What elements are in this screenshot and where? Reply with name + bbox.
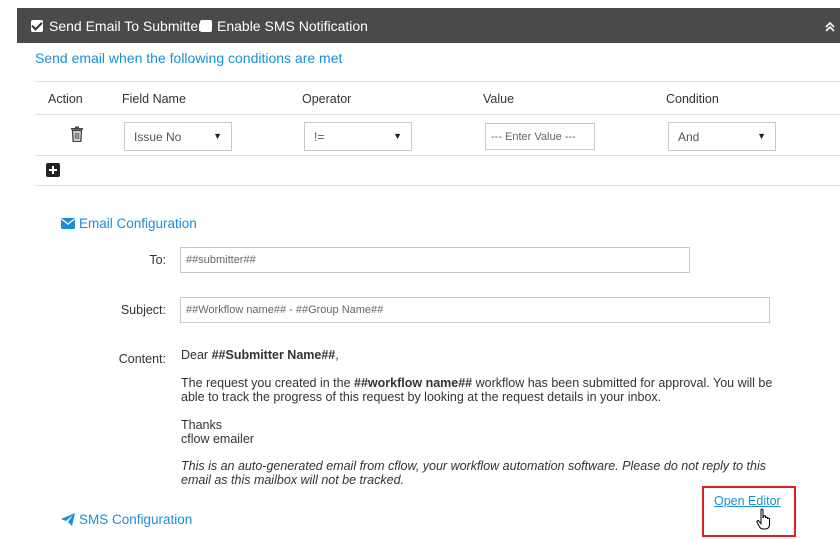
add-condition-button[interactable]	[46, 163, 60, 177]
condition-select[interactable]: And ▼	[668, 122, 776, 151]
email-content-body[interactable]: Dear ##Submitter Name##, The request you…	[181, 348, 791, 501]
divider	[35, 155, 840, 156]
email-configuration-heading: Email Configuration	[61, 216, 197, 231]
column-header-action: Action	[48, 92, 83, 106]
greeting-suffix: ,	[335, 348, 339, 362]
workflow-placeholder: ##workflow name##	[354, 376, 473, 390]
value-placeholder: --- Enter Value ---	[491, 130, 576, 143]
subject-label: Subject:	[120, 303, 166, 317]
enable-sms-checkbox[interactable]	[200, 20, 212, 32]
field-name-value: Issue No	[134, 130, 182, 144]
greeting-placeholder: ##Submitter Name##	[211, 348, 336, 362]
sms-configuration-heading: SMS Configuration	[61, 512, 192, 527]
chevron-down-icon: ▼	[213, 131, 222, 141]
value-input[interactable]: --- Enter Value ---	[485, 123, 595, 150]
content-label: Content:	[118, 352, 166, 366]
chevron-down-icon: ▼	[393, 131, 402, 141]
hand-cursor-icon	[756, 508, 770, 530]
enable-sms-label[interactable]: Enable SMS Notification	[217, 18, 368, 34]
subject-value: ##Workflow name## - ##Group Name##	[186, 304, 384, 316]
footer-text: This is an auto-generated email from cfl…	[181, 459, 767, 487]
column-header-field-name: Field Name	[122, 92, 186, 106]
to-label: To:	[149, 253, 166, 267]
chevron-down-icon: ▼	[757, 131, 766, 141]
to-field[interactable]: ##submitter##	[180, 247, 690, 273]
greeting-line: Dear ##Submitter Name##,	[181, 348, 791, 362]
divider	[35, 185, 840, 186]
open-editor-link[interactable]: Open Editor	[714, 494, 781, 508]
open-editor-highlight: Open Editor	[702, 486, 796, 537]
sms-configuration-title: SMS Configuration	[79, 512, 193, 527]
to-value: ##submitter##	[186, 254, 256, 266]
notification-header-bar: Send Email To Submitter Enable SMS Notif…	[17, 8, 840, 43]
send-email-checkbox[interactable]	[31, 20, 43, 32]
column-header-operator: Operator	[302, 92, 352, 106]
condition-value: And	[678, 130, 700, 144]
footer-note: This is an auto-generated email from cfl…	[181, 459, 791, 487]
column-header-value: Value	[483, 92, 515, 106]
paper-plane-icon	[61, 513, 75, 526]
conditions-title: Send email when the following conditions…	[35, 50, 343, 66]
body-prefix: The request you created in the	[181, 376, 355, 390]
trash-icon[interactable]	[70, 126, 84, 142]
email-configuration-title: Email Configuration	[79, 216, 197, 231]
divider	[35, 81, 840, 82]
field-name-select[interactable]: Issue No ▼	[124, 122, 232, 151]
greeting-prefix: Dear	[181, 348, 212, 362]
body-paragraph: The request you created in the ##workflo…	[181, 376, 791, 404]
send-email-label[interactable]: Send Email To Submitter	[49, 18, 203, 34]
column-header-condition: Condition	[666, 92, 719, 106]
signature-text: cflow emailer	[181, 432, 254, 446]
envelope-icon	[61, 218, 75, 229]
operator-select[interactable]: != ▼	[304, 122, 412, 151]
signoff: Thanks cflow emailer	[181, 418, 791, 446]
thanks-text: Thanks	[181, 418, 222, 432]
divider	[35, 114, 840, 115]
operator-value: !=	[314, 130, 325, 144]
subject-field[interactable]: ##Workflow name## - ##Group Name##	[180, 297, 770, 323]
collapse-icon[interactable]	[824, 21, 836, 33]
